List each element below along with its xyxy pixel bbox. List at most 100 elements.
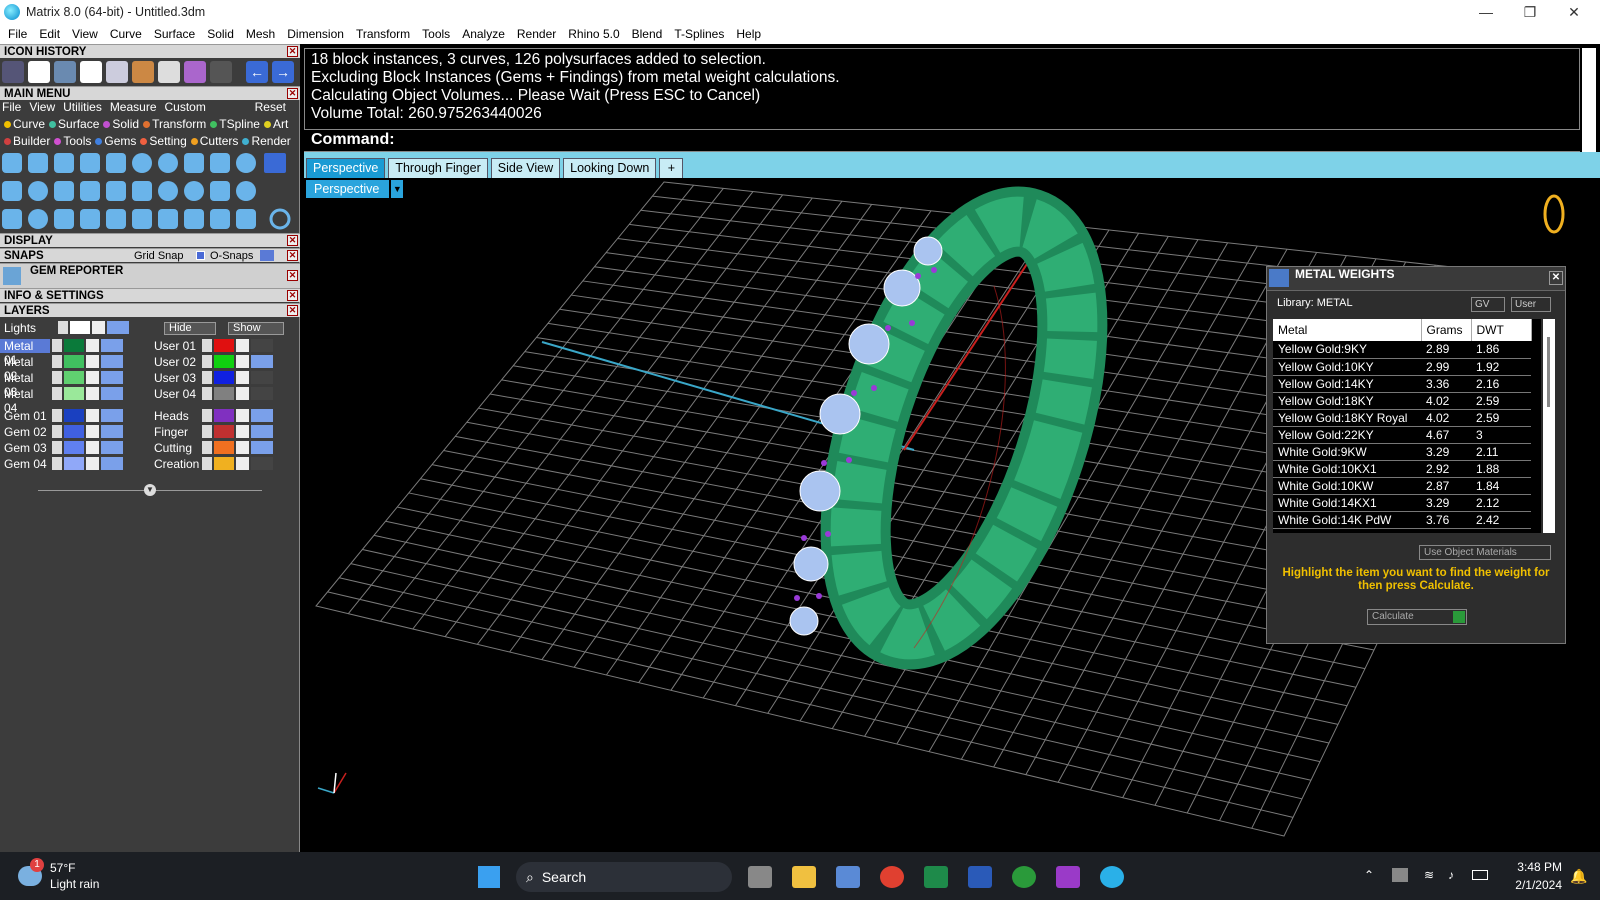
weather-temp[interactable]: 57°F [50,861,75,875]
osnaps-settings-icon[interactable] [260,250,274,261]
cylinder-icon[interactable] [184,61,206,83]
table-row[interactable]: Yellow Gold:22KY 4.67 3 [1273,426,1531,444]
search-box[interactable]: ⌕ Search [516,862,732,892]
cat-solid[interactable]: Solid [112,117,139,131]
expand-arrow-icon[interactable] [52,371,62,384]
menu-mesh[interactable]: Mesh [240,27,281,41]
file-explorer-icon[interactable] [792,866,816,888]
layer-row[interactable]: Metal 04 [0,386,123,415]
lock-icon[interactable] [236,409,249,422]
excel-icon[interactable] [924,866,948,888]
expand-arrow-icon[interactable] [52,425,62,438]
metal-weights-header[interactable]: METAL WEIGHTS ✕ [1267,267,1565,291]
expand-arrow-icon[interactable] [52,409,62,422]
layer-name[interactable]: Finger [150,425,200,439]
close-icon[interactable]: ✕ [287,270,298,281]
cat-transform[interactable]: Transform [152,117,206,131]
visibility-toggle[interactable] [101,387,123,400]
lock-icon[interactable] [86,441,99,454]
col-grams[interactable]: Grams [1421,319,1472,341]
col-metal[interactable]: Metal [1273,319,1422,341]
layer-color-swatch[interactable] [64,339,84,352]
viewport-label[interactable]: Perspective ▼ [306,180,404,198]
matrix-app-icon[interactable] [1100,866,1124,888]
layer-row[interactable]: User 01 [150,338,273,353]
layer-color-swatch[interactable] [214,371,234,384]
cat-art[interactable]: Art [273,117,288,131]
app-icon[interactable] [1056,866,1080,888]
store-icon[interactable] [836,866,860,888]
visibility-toggle[interactable] [251,441,273,454]
lock-icon[interactable] [86,339,99,352]
osnaps-toggle[interactable]: O-Snaps [210,249,253,263]
layer-name[interactable]: Metal 03 [0,371,50,399]
close-icon[interactable]: ✕ [287,46,298,57]
layer-row[interactable]: Gem 04 [0,456,123,471]
clock-date[interactable]: 2/1/2024 [1510,878,1562,892]
wifi-icon[interactable]: ≋ [1424,868,1434,882]
layer-row[interactable]: Cutting [150,440,273,455]
cat-tools[interactable]: Tools [63,134,91,148]
visibility-toggle[interactable] [251,457,273,470]
expand-arrow-icon[interactable] [202,457,212,470]
menu-view[interactable]: View [66,27,104,41]
layer-color-swatch[interactable] [64,371,84,384]
lock-icon[interactable] [86,355,99,368]
visibility-toggle[interactable] [251,425,273,438]
volume-icon[interactable]: ♪ [1448,868,1454,882]
layer-color-swatch[interactable] [214,425,234,438]
menu-help[interactable]: Help [730,27,767,41]
layer-name[interactable]: Metal 02 [0,355,50,383]
table-row[interactable]: White Gold:10KX1 2.92 1.88 [1273,460,1531,478]
layer-name[interactable]: Gem 02 [0,425,50,439]
table-row[interactable]: White Gold:14K PdW 3.76 2.42 [1273,511,1531,529]
layer-color-swatch[interactable] [64,409,84,422]
table-row[interactable]: Yellow Gold:18KY Royal 4.02 2.59 [1273,409,1531,427]
layer-color-swatch[interactable] [64,457,84,470]
layer-row[interactable]: User 03 [150,370,273,385]
cat-builder[interactable]: Builder [13,134,50,148]
menu-curve[interactable]: Curve [104,27,148,41]
layer-name[interactable]: Gem 04 [0,457,50,471]
menu-analyze[interactable]: Analyze [456,27,511,41]
cat-gems[interactable]: Gems [104,134,136,148]
layer-row[interactable]: Gem 03 [0,440,123,455]
menu-rhino[interactable]: Rhino 5.0 [562,27,625,41]
layer-name[interactable]: Heads [150,409,200,423]
chevron-down-icon[interactable]: ▼ [391,180,404,198]
close-button[interactable]: ✕ [1552,0,1596,24]
lock-icon[interactable] [86,425,99,438]
menu-tools[interactable]: Tools [416,27,456,41]
info-settings-header[interactable]: INFO & SETTINGS ✕ [0,288,300,302]
close-icon[interactable]: ✕ [287,305,298,316]
visibility-toggle[interactable] [101,371,123,384]
layer-name[interactable]: User 01 [150,339,200,353]
layer-row[interactable]: Metal 01 [0,338,123,367]
layer-color-swatch[interactable] [64,355,84,368]
mm-view[interactable]: View [29,100,55,115]
expand-arrow-icon[interactable] [202,355,212,368]
layer-color-swatch[interactable] [64,387,84,400]
layer-row[interactable]: Gem 01 [0,408,123,423]
windows-start-icon[interactable] [478,866,500,888]
expand-arrow-icon[interactable] [52,339,62,352]
clock-time[interactable]: 3:48 PM [1510,860,1562,874]
cat-cutters[interactable]: Cutters [200,134,239,148]
visibility-toggle[interactable] [251,387,273,400]
lock-icon[interactable] [86,457,99,470]
layer-color-swatch[interactable] [214,387,234,400]
menu-tsplines[interactable]: T-Splines [668,27,730,41]
task-view-icon[interactable] [748,866,772,888]
use-object-materials-toggle[interactable]: Use Object Materials [1419,545,1551,560]
visibility-toggle[interactable] [101,355,123,368]
tab-side-view[interactable]: Side View [490,158,561,178]
table-scrollbar[interactable] [1543,319,1555,533]
table-row[interactable]: White Gold:14KX1 3.29 2.12 [1273,494,1531,512]
close-icon[interactable]: ✕ [287,290,298,301]
tool-icons-svg[interactable] [0,151,300,233]
display-header[interactable]: DISPLAY ✕ [0,233,300,247]
layer-color-swatch[interactable] [214,409,234,422]
reset-button[interactable]: Reset [255,100,286,115]
history-tool-icon[interactable] [2,61,24,83]
layer-row[interactable]: Creation [150,456,273,471]
